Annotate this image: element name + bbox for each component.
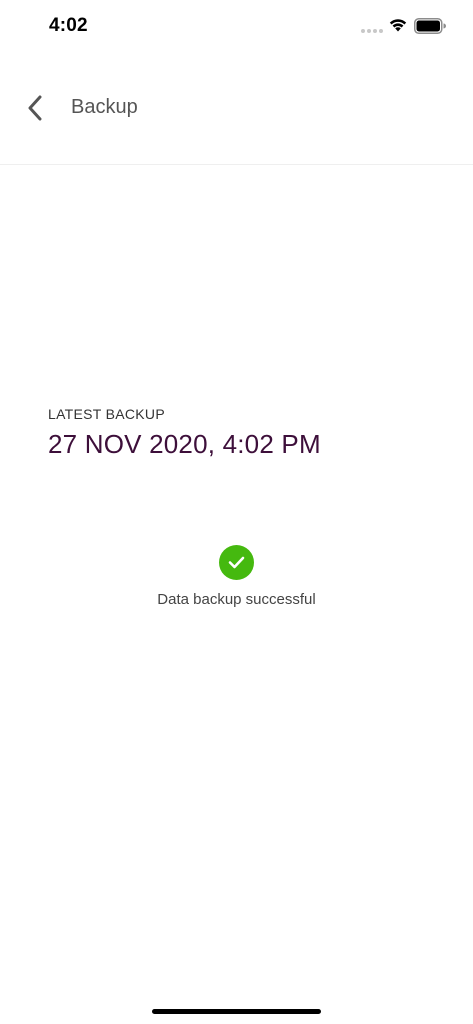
signal-dots-icon xyxy=(361,29,383,33)
app-header: Backup xyxy=(0,54,473,165)
checkmark-icon xyxy=(219,545,254,580)
back-button[interactable] xyxy=(20,92,52,124)
status-time: 4:02 xyxy=(49,15,88,36)
status-bar: 4:02 xyxy=(0,0,473,54)
home-indicator[interactable] xyxy=(152,1009,321,1014)
page-title: Backup xyxy=(71,96,138,118)
battery-icon xyxy=(414,18,446,34)
backup-status: Data backup successful xyxy=(0,545,473,608)
latest-backup-section: LATEST BACKUP 27 NOV 2020, 4:02 PM xyxy=(48,406,448,460)
wifi-icon xyxy=(389,19,407,32)
backup-status-message: Data backup successful xyxy=(157,591,316,608)
latest-backup-label: LATEST BACKUP xyxy=(48,406,165,422)
latest-backup-date: 27 NOV 2020, 4:02 PM xyxy=(48,429,321,459)
chevron-left-icon xyxy=(28,95,42,121)
